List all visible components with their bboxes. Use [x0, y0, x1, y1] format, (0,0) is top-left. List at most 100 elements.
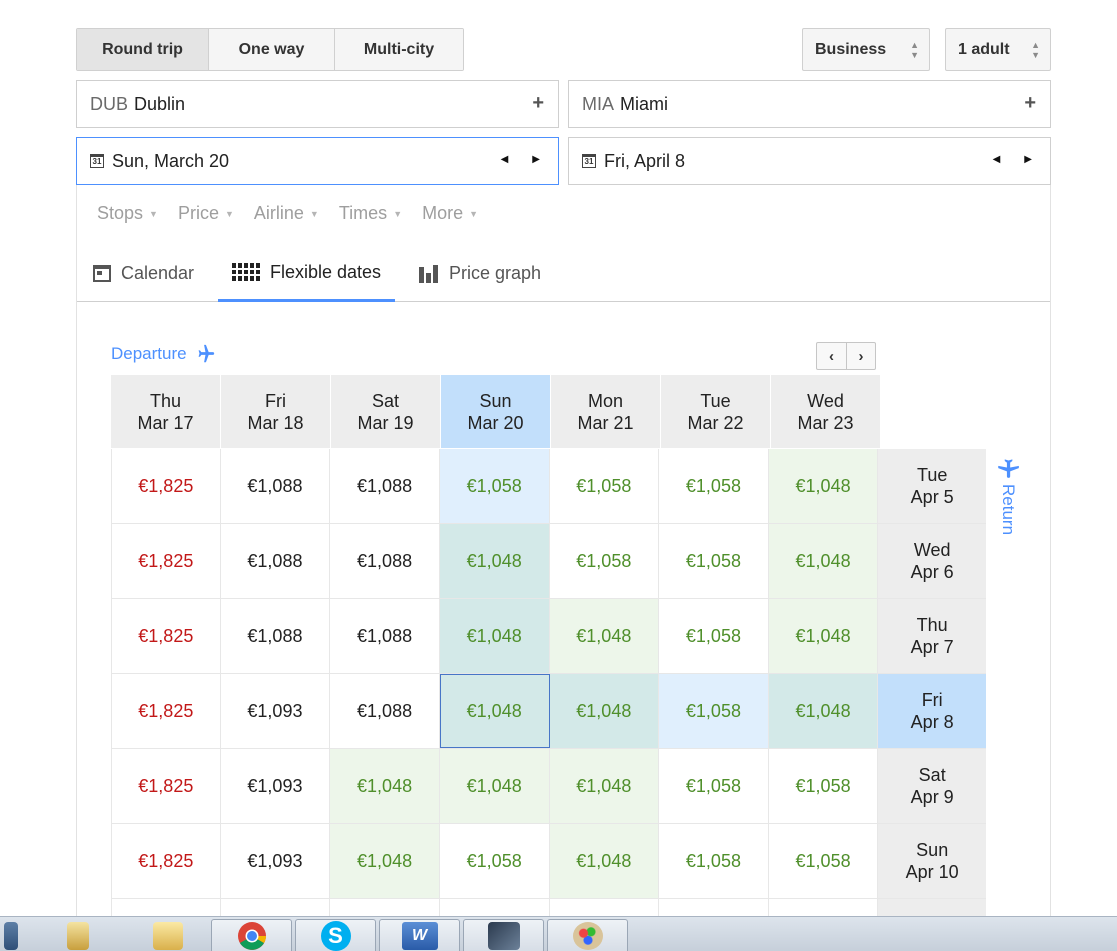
departure-date-header[interactable]: Sat Mar 19: [331, 375, 440, 448]
plus-icon[interactable]: +: [1024, 92, 1036, 115]
price-cell[interactable]: €1,048: [439, 524, 550, 598]
price-cell[interactable]: €1,093: [221, 749, 331, 823]
documents-button[interactable]: [58, 919, 98, 951]
tab-price-graph[interactable]: Price graph: [419, 245, 541, 302]
caret-down-icon: ▼: [309, 208, 319, 219]
price-cell[interactable]: €1,048: [768, 449, 879, 523]
tab-calendar[interactable]: Calendar: [93, 245, 194, 302]
price-cell[interactable]: €1,058: [659, 749, 769, 823]
price-cell[interactable]: €1,058: [769, 749, 879, 823]
departure-date-header[interactable]: Sun Mar 20: [441, 375, 550, 448]
skype-button[interactable]: S: [295, 919, 376, 951]
filter-airline[interactable]: Airline ▼: [254, 203, 319, 224]
price-cell[interactable]: €1,048: [768, 524, 879, 598]
price-cell[interactable]: €1,088: [221, 524, 331, 598]
price-cell[interactable]: €1,048: [439, 599, 550, 673]
price-cell[interactable]: €1,058: [769, 824, 879, 898]
price-cell[interactable]: €1,825: [111, 749, 221, 823]
price-cell[interactable]: €1,048: [330, 749, 440, 823]
price-cell[interactable]: €1,058: [659, 824, 769, 898]
explorer-icon: [4, 921, 18, 950]
price-cell[interactable]: €1,058: [440, 824, 550, 898]
tab-flexible-dates[interactable]: Flexible dates: [218, 245, 396, 302]
prev-arrow-icon[interactable]: ◀: [501, 154, 509, 165]
price-cell[interactable]: €1,048: [549, 824, 660, 898]
price-cell[interactable]: €1,088: [221, 449, 331, 523]
return-date-header[interactable]: Wed Apr 6: [878, 524, 986, 598]
one-way-button[interactable]: One way: [208, 29, 334, 70]
price-cell[interactable]: €1,093: [221, 824, 331, 898]
word-button[interactable]: W: [379, 919, 460, 951]
price-cell[interactable]: €1,825: [111, 599, 221, 673]
explorer-button[interactable]: [0, 919, 22, 951]
price-cell[interactable]: €1,058: [550, 449, 660, 523]
price-cell[interactable]: €1,048: [768, 599, 879, 673]
price-cell[interactable]: €1,058: [659, 524, 769, 598]
app-button[interactable]: [463, 919, 544, 951]
price-cell[interactable]: €1,048: [439, 749, 550, 823]
departure-date-header[interactable]: Wed Mar 23: [771, 375, 880, 448]
filter-stops[interactable]: Stops ▼: [97, 203, 158, 224]
next-week-button[interactable]: ›: [846, 343, 875, 369]
folder-button[interactable]: [140, 919, 196, 951]
departure-date-header[interactable]: Tue Mar 22: [661, 375, 770, 448]
price-cell[interactable]: €1,088: [330, 449, 440, 523]
chrome-button[interactable]: [211, 919, 292, 951]
return-date-field[interactable]: 31 Fri, April 8 ◀ ▶: [568, 137, 1051, 185]
price-cell[interactable]: €1,093: [221, 674, 331, 748]
price-cell[interactable]: €1,048: [549, 599, 660, 673]
price-cell[interactable]: €1,058: [439, 449, 550, 523]
price-cell[interactable]: €1,088: [330, 524, 440, 598]
return-date-header[interactable]: Fri Apr 8: [878, 674, 986, 748]
next-arrow-icon[interactable]: ▶: [1024, 154, 1032, 165]
header-date: Apr 8: [910, 712, 954, 732]
return-date-header[interactable]: Sun Apr 10: [878, 824, 986, 898]
header-date: Apr 7: [910, 637, 954, 657]
passengers-select[interactable]: 1 adult ▲ ▼: [945, 28, 1051, 71]
price-cell[interactable]: €1,825: [111, 674, 221, 748]
prev-week-button[interactable]: ‹: [817, 343, 846, 369]
price-cell[interactable]: €1,048: [549, 749, 660, 823]
prev-arrow-icon[interactable]: ◀: [993, 154, 1001, 165]
origin-field[interactable]: DUB Dublin +: [76, 80, 559, 128]
price-cell[interactable]: €1,058: [659, 449, 769, 523]
cabin-class-select[interactable]: Business ▲ ▼: [802, 28, 930, 71]
filter-more[interactable]: More ▼: [422, 203, 478, 224]
departure-date-header[interactable]: Mon Mar 21: [551, 375, 660, 448]
next-arrow-icon[interactable]: ▶: [532, 154, 540, 165]
table-row: €1,825 €1,088 €1,088 €1,048 €1,048 €1,058 €1,0…: [111, 599, 986, 674]
price-cell[interactable]: €1,058: [550, 524, 660, 598]
price-cell[interactable]: €1,088: [221, 599, 331, 673]
word-icon: W: [401, 922, 438, 950]
price-cell[interactable]: €1,048: [549, 674, 660, 748]
price-cell[interactable]: €1,825: [111, 524, 221, 598]
price-cell[interactable]: €1,088: [330, 599, 440, 673]
price-cell[interactable]: €1,088: [330, 674, 440, 748]
departure-date-header[interactable]: Fri Mar 18: [221, 375, 330, 448]
filter-times[interactable]: Times ▼: [339, 203, 402, 224]
destination-field[interactable]: MIA Miami +: [568, 80, 1051, 128]
header-day: Wed: [913, 540, 951, 560]
header-day: Sun: [916, 840, 949, 860]
chrome-icon: [237, 922, 266, 950]
price-cell[interactable]: €1,048: [768, 674, 879, 748]
multi-city-button[interactable]: Multi-city: [334, 29, 463, 70]
price-cell[interactable]: €1,048: [330, 824, 440, 898]
plane-icon: [998, 459, 1019, 478]
price-cell[interactable]: €1,825: [111, 824, 221, 898]
depart-date-field[interactable]: 31 Sun, March 20 ◀ ▶: [76, 137, 559, 185]
price-cell[interactable]: €1,058: [659, 674, 769, 748]
return-date-header[interactable]: Sat Apr 9: [878, 749, 986, 823]
return-date-header[interactable]: Tue Apr 5: [878, 449, 986, 523]
departure-date-header[interactable]: Thu Mar 17: [111, 375, 220, 448]
round-trip-button[interactable]: Round trip: [77, 29, 208, 70]
table-row: €1,825 €1,093 €1,048 €1,058 €1,048 €1,058 €1,0…: [111, 824, 986, 899]
price-cell[interactable]: €1,048: [439, 674, 550, 748]
price-cell[interactable]: €1,825: [111, 449, 221, 523]
taskbar: S W: [0, 916, 1117, 951]
return-date-header[interactable]: Thu Apr 7: [878, 599, 986, 673]
filter-price[interactable]: Price ▼: [178, 203, 234, 224]
price-cell[interactable]: €1,058: [659, 599, 769, 673]
plus-icon[interactable]: +: [532, 92, 544, 115]
paint-button[interactable]: [547, 919, 628, 951]
